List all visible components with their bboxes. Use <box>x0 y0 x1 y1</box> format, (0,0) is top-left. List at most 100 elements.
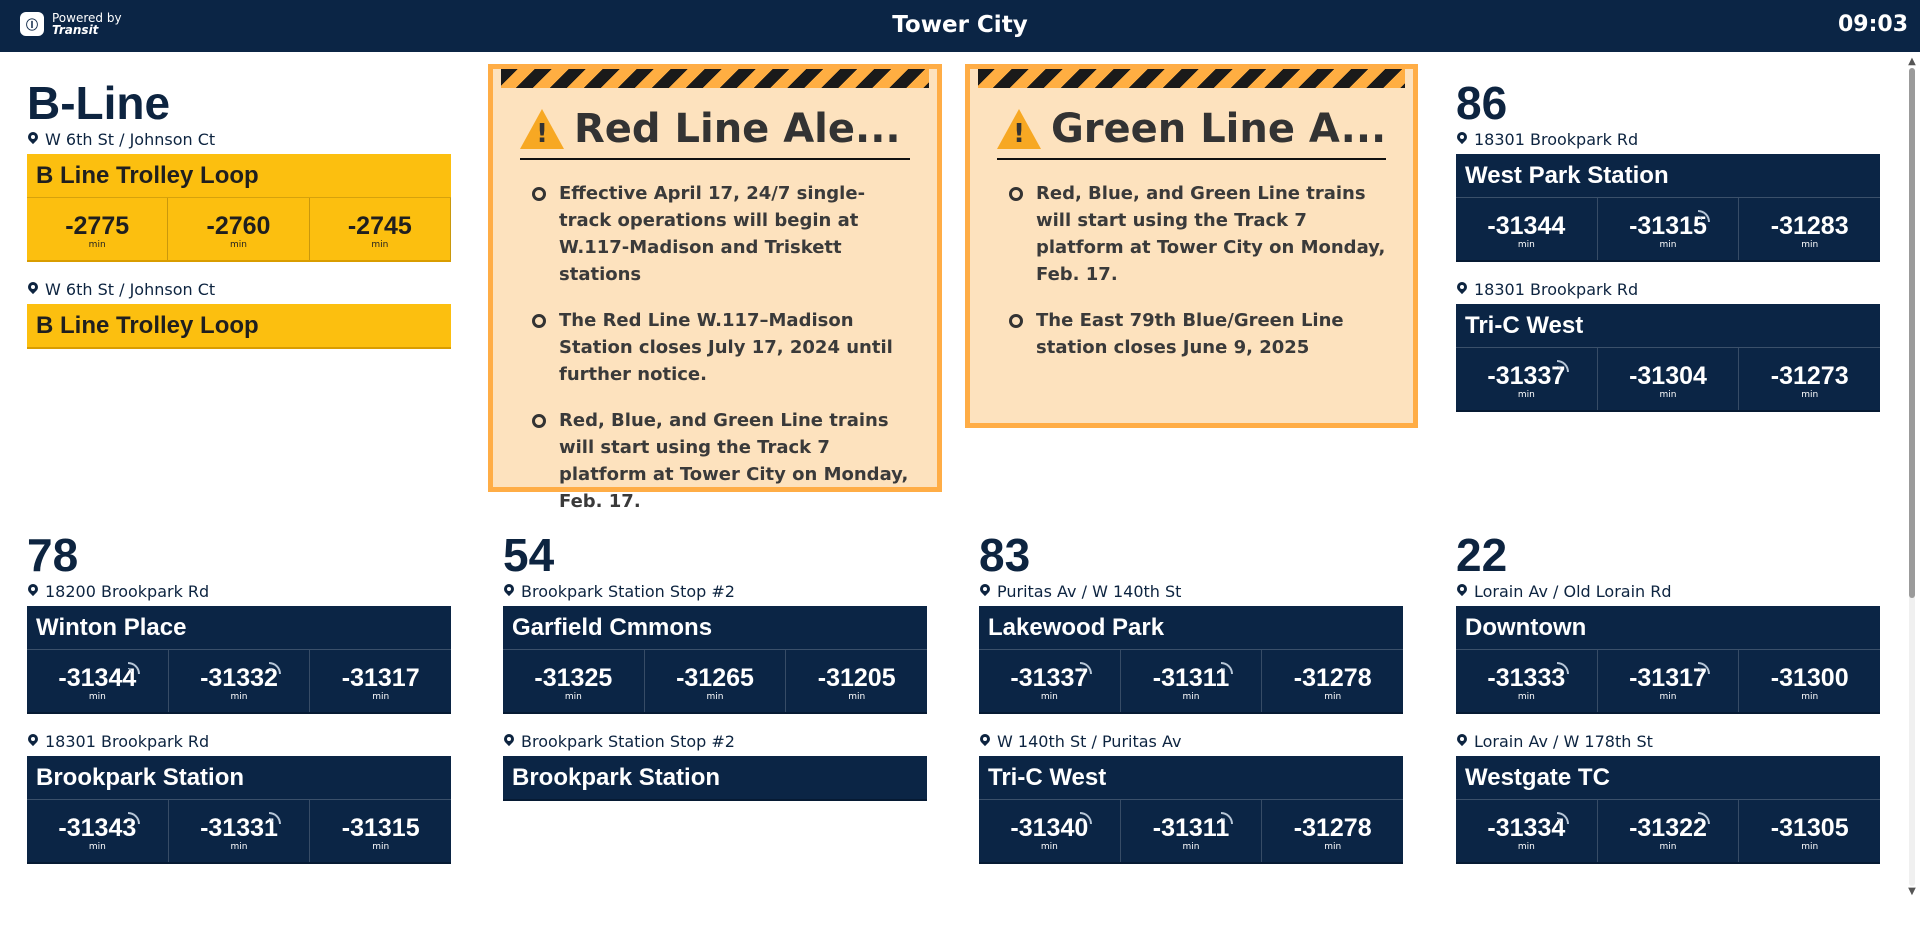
destination-card[interactable]: B Line Trolley Loop -2775 min -2760 min -2745… <box>27 154 451 262</box>
departure-time: -31334 min <box>1456 800 1598 862</box>
realtime-signal-icon <box>269 812 282 824</box>
stop-name: W 140th St / Puritas Av <box>979 730 1403 752</box>
departure-times: -31344 min -31332 min -31317 min <box>27 650 451 712</box>
minutes-value: -2745 <box>347 212 412 240</box>
minutes-unit: min <box>706 692 724 702</box>
minutes-unit: min <box>1659 390 1677 400</box>
green-line-alert: Green Line A... Red, Blue, and Green Lin… <box>965 64 1418 428</box>
departure-times: -2775 min -2760 min -2745 min <box>27 198 451 260</box>
minutes-value: -2760 <box>206 212 271 240</box>
realtime-signal-icon <box>1698 210 1711 222</box>
realtime-signal-icon <box>1698 812 1711 824</box>
minutes-unit: min <box>88 240 106 250</box>
minutes-value: -31344 <box>58 664 137 692</box>
minutes-value: -31315 <box>1629 212 1707 240</box>
departure-time: -31344 min <box>27 650 169 712</box>
destination-card[interactable]: Winton Place -31344 min -31332 min -31317 min <box>27 606 451 714</box>
minutes-unit: min <box>88 842 106 852</box>
departure-time: -2745 min <box>310 198 451 260</box>
map-pin-icon <box>503 584 515 598</box>
realtime-signal-icon <box>1079 812 1092 824</box>
destination-name: Tri-C West <box>979 756 1403 800</box>
departure-times: -31333 min -31317 min -31300 min <box>1456 650 1880 712</box>
warning-triangle-icon <box>997 109 1041 149</box>
stop-name: 18301 Brookpark Rd <box>27 730 451 752</box>
minutes-value: -31283 <box>1770 212 1849 240</box>
destination-name: B Line Trolley Loop <box>36 312 259 339</box>
minutes-value: -31311 <box>1152 814 1230 842</box>
departure-time: -31344 min <box>1456 198 1598 260</box>
realtime-signal-icon <box>1698 662 1711 674</box>
minutes-unit: min <box>1324 842 1342 852</box>
map-pin-icon <box>1456 734 1468 748</box>
minutes-unit: min <box>1040 692 1058 702</box>
map-pin-icon <box>1456 584 1468 598</box>
destination-card[interactable]: Brookpark Station -31343 min -31331 min -3131… <box>27 756 451 864</box>
stop-name: Brookpark Station Stop #2 <box>503 580 927 602</box>
alert-list: Effective April 17, 24/7 single-track op… <box>520 180 910 515</box>
map-pin-icon <box>27 132 39 146</box>
minutes-unit: min <box>1517 390 1535 400</box>
realtime-signal-icon <box>127 662 140 674</box>
destination-card[interactable]: Brookpark Station <box>503 756 927 801</box>
map-pin-icon <box>979 734 991 748</box>
minutes-unit: min <box>1801 390 1819 400</box>
minutes-value: -31300 <box>1770 664 1849 692</box>
stop-name: 18200 Brookpark Rd <box>27 580 451 602</box>
destination-card[interactable]: B Line Trolley Loop <box>27 304 451 349</box>
destination-card[interactable]: Lakewood Park -31337 min -31311 min -31278 min <box>979 606 1403 714</box>
destination-card[interactable]: West Park Station -31344 min -31315 min -3128… <box>1456 154 1880 262</box>
hazard-stripe <box>501 69 929 88</box>
departure-time: -31278 min <box>1262 650 1403 712</box>
clock: 09:03 <box>1837 12 1908 37</box>
departure-time: -2760 min <box>168 198 310 260</box>
minutes-unit: min <box>230 692 248 702</box>
destination-name: Tri-C West <box>1456 304 1880 348</box>
alert-item: Red, Blue, and Green Line trains will st… <box>997 180 1386 288</box>
map-pin-icon <box>27 282 39 296</box>
minutes-unit: min <box>1517 692 1535 702</box>
destination-name: Brookpark Station <box>512 764 721 791</box>
bullet-circle-icon <box>532 314 546 328</box>
minutes-value: -31331 <box>200 814 278 842</box>
route-number: B-Line <box>27 77 171 129</box>
departure-time: -2775 min <box>27 198 169 260</box>
destination-card[interactable]: Tri-C West -31340 min -31311 min -31278 min <box>979 756 1403 864</box>
minutes-value: -31205 <box>817 664 896 692</box>
minutes-value: -31340 <box>1010 814 1089 842</box>
realtime-signal-icon <box>1221 812 1234 824</box>
minutes-unit: min <box>372 842 390 852</box>
departure-time: -31283 min <box>1739 198 1880 260</box>
scrollbar[interactable]: ▲ ▼ <box>1906 56 1918 898</box>
minutes-unit: min <box>372 692 390 702</box>
stop-name: Lorain Av / W 178th St <box>1456 730 1880 752</box>
map-pin-icon <box>27 584 39 598</box>
scroll-thumb[interactable] <box>1909 68 1915 598</box>
departure-time: -31317 min <box>1598 650 1740 712</box>
minutes-unit: min <box>1801 240 1819 250</box>
alert-list: Red, Blue, and Green Line trains will st… <box>997 180 1386 361</box>
minutes-unit: min <box>564 692 582 702</box>
departure-time: -31332 min <box>169 650 311 712</box>
minutes-value: -31333 <box>1487 664 1566 692</box>
destination-card[interactable]: Garfield Cmmons -31325 min -31265 min -31205 m… <box>503 606 927 714</box>
scroll-up-arrow-icon[interactable]: ▲ <box>1906 56 1918 68</box>
destination-name: Lakewood Park <box>979 606 1403 650</box>
scroll-down-arrow-icon[interactable]: ▼ <box>1906 886 1918 898</box>
bullet-circle-icon <box>532 187 546 201</box>
destination-card[interactable]: Downtown -31333 min -31317 min -31300 min <box>1456 606 1880 714</box>
minutes-unit: min <box>1659 842 1677 852</box>
departure-time: -31265 min <box>645 650 787 712</box>
stop-name: Puritas Av / W 140th St <box>979 580 1403 602</box>
red-line-alert: Red Line Ale... Effective April 17, 24/7… <box>488 64 942 512</box>
minutes-value: -31322 <box>1629 814 1707 842</box>
minutes-value: -31344 <box>1487 212 1566 240</box>
destination-card[interactable]: Westgate TC -31334 min -31322 min -31305 min <box>1456 756 1880 864</box>
realtime-signal-icon <box>1556 812 1569 824</box>
destination-card[interactable]: Tri-C West -31337 min -31304 min -31273 min <box>1456 304 1880 412</box>
realtime-signal-icon <box>1221 662 1234 674</box>
minutes-unit: min <box>1517 842 1535 852</box>
route-number: 83 <box>979 529 1031 581</box>
route-block: B-Line W 6th St / Johnson Ct B Line Trolle… <box>27 78 451 349</box>
realtime-signal-icon <box>1079 662 1092 674</box>
